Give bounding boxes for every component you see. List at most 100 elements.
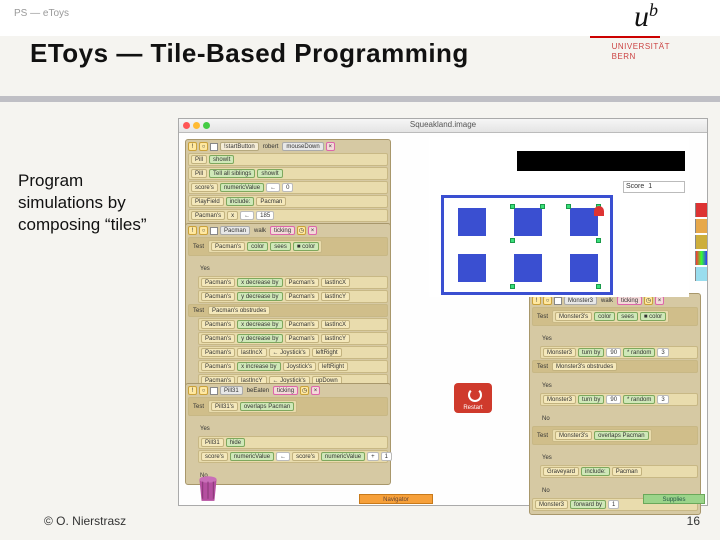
flap-object-icon[interactable] — [695, 235, 707, 249]
script-tile[interactable]: 185 — [256, 211, 274, 220]
script-tile[interactable]: Pacman's — [285, 320, 319, 329]
close-script-icon[interactable]: × — [311, 386, 320, 395]
script-tile[interactable]: lastIncY — [321, 292, 350, 301]
script-tile[interactable]: leftRight — [318, 362, 348, 371]
script-tile[interactable]: numericValue — [321, 452, 365, 461]
script-tile[interactable]: x — [227, 211, 238, 220]
navigator-flap[interactable]: Navigator — [359, 494, 433, 504]
close-script-icon[interactable]: × — [655, 296, 664, 305]
script-tile[interactable]: * random — [623, 395, 655, 404]
script-tile[interactable]: sees — [617, 312, 638, 321]
script-tile[interactable]: color — [247, 242, 268, 251]
script-tile[interactable]: color — [594, 312, 615, 321]
script-tile[interactable]: ← — [240, 211, 254, 220]
script-tile[interactable]: 3 — [657, 348, 668, 357]
toggle-icon[interactable] — [210, 227, 218, 235]
close-script-icon[interactable]: × — [326, 142, 335, 151]
script-mode[interactable]: ticking — [617, 296, 642, 305]
script-tile[interactable]: ← — [276, 452, 290, 461]
close-script-icon[interactable]: × — [308, 226, 317, 235]
script-tile[interactable]: Monster3's — [555, 431, 592, 440]
script-tile[interactable]: Pacman's — [285, 334, 319, 343]
script-tile[interactable]: y decrease by — [237, 292, 282, 301]
script-tile[interactable]: Monster3's — [555, 312, 592, 321]
script-tile[interactable]: Pacman's — [211, 242, 245, 251]
script-tile[interactable]: lastIncX — [237, 348, 266, 357]
script-tile[interactable]: 3 — [657, 395, 668, 404]
script-tile[interactable]: lastIncY — [321, 334, 350, 343]
script-tile[interactable]: Pacman's — [201, 278, 235, 287]
script-tile[interactable]: hide — [226, 438, 245, 447]
script-tile[interactable]: ← — [266, 183, 280, 192]
script-holder[interactable]: Pacman — [220, 226, 250, 235]
script-tile[interactable]: Pacman's — [201, 292, 235, 301]
supplies-flap[interactable]: Supplies — [643, 494, 705, 504]
run-icon[interactable]: ! — [532, 296, 541, 305]
script-tile[interactable]: Pacman's — [285, 278, 319, 287]
clock-icon[interactable]: ◷ — [300, 386, 309, 395]
script-tile[interactable]: PlayField — [191, 197, 224, 206]
script-tile[interactable]: showIt — [209, 155, 234, 164]
script-tile[interactable]: x decrease by — [237, 278, 282, 287]
flap-misc-icon[interactable] — [695, 267, 707, 281]
script-tile[interactable]: y decrease by — [237, 334, 282, 343]
script-tile[interactable]: sees — [270, 242, 291, 251]
flap-paint-icon[interactable] — [695, 203, 707, 217]
run-icon[interactable]: ! — [188, 226, 197, 235]
script-mode[interactable]: ticking — [273, 386, 298, 395]
script-tile[interactable]: + — [367, 452, 379, 461]
script-tile[interactable]: overlaps Pacman — [240, 402, 294, 411]
script-tile[interactable]: Tell all siblings — [209, 169, 255, 178]
script-tile[interactable]: Pill31 — [201, 438, 224, 447]
run-icon[interactable]: ! — [188, 142, 197, 151]
menu-icon[interactable]: ○ — [199, 142, 208, 151]
script-tile[interactable]: 1 — [381, 452, 392, 461]
script-tile[interactable]: turn by — [578, 348, 604, 357]
script-panel-pacman-walk[interactable]: ! ○ Pacman walk ticking ◷ × TestPacman's… — [185, 223, 391, 405]
toggle-icon[interactable] — [554, 297, 562, 305]
restart-button[interactable]: Restart — [454, 383, 492, 413]
script-tile[interactable]: Monster3 — [535, 500, 568, 509]
script-tile[interactable]: score's — [191, 183, 218, 192]
script-tile[interactable]: Pacman — [612, 467, 642, 476]
script-tile[interactable]: lastIncX — [321, 278, 350, 287]
menu-icon[interactable]: ○ — [199, 386, 208, 395]
flap-widgets-icon[interactable] — [695, 251, 707, 265]
menu-icon[interactable]: ○ — [543, 296, 552, 305]
script-tile[interactable]: 0 — [282, 183, 293, 192]
flap-tool-icon[interactable] — [695, 219, 707, 233]
clock-icon[interactable]: ◷ — [644, 296, 653, 305]
script-tile[interactable]: forward by — [570, 500, 606, 509]
script-tile[interactable]: numericValue — [220, 183, 264, 192]
test-tile[interactable]: Monster3's obstrudes — [552, 362, 617, 371]
script-tile[interactable]: Pill — [191, 169, 207, 178]
script-panel-pill-beeaten[interactable]: ! ○ Pill31 beEaten ticking ◷ × TestPill3… — [185, 383, 391, 485]
script-tile[interactable]: Pacman's — [285, 292, 319, 301]
script-tile[interactable]: Graveyard — [543, 467, 579, 476]
script-tile[interactable]: turn by — [578, 395, 604, 404]
script-tile[interactable]: x increase by — [237, 362, 280, 371]
clock-icon[interactable]: ◷ — [297, 226, 306, 235]
script-tile[interactable]: Joystick's — [283, 362, 316, 371]
script-tile[interactable]: Pacman — [256, 197, 286, 206]
script-tile[interactable]: * random — [623, 348, 655, 357]
script-tile[interactable]: Pill — [191, 155, 207, 164]
script-button-name[interactable]: !startButton — [220, 142, 259, 151]
script-tile[interactable]: ■ color — [293, 242, 319, 251]
script-tile[interactable]: Monster3 — [543, 395, 576, 404]
script-tile[interactable]: Monster3 — [543, 348, 576, 357]
script-tile[interactable]: ← Joystick's — [269, 348, 310, 357]
script-tile[interactable]: Pacman's — [201, 334, 235, 343]
script-mode[interactable]: ticking — [270, 226, 295, 235]
script-tile[interactable]: lastIncX — [321, 320, 350, 329]
maze-arena[interactable] — [441, 195, 613, 295]
script-tile[interactable]: numericValue — [230, 452, 274, 461]
script-tile[interactable]: Pacman's — [201, 320, 235, 329]
run-icon[interactable]: ! — [188, 386, 197, 395]
test-tile[interactable]: Pacman's obstrudes — [208, 306, 270, 315]
script-tile[interactable]: include: — [226, 197, 255, 206]
script-tile[interactable]: x decrease by — [237, 320, 282, 329]
script-tile[interactable]: overlaps Pacman — [594, 431, 648, 440]
script-tile[interactable]: 1 — [608, 500, 619, 509]
trash-icon[interactable] — [195, 473, 221, 503]
